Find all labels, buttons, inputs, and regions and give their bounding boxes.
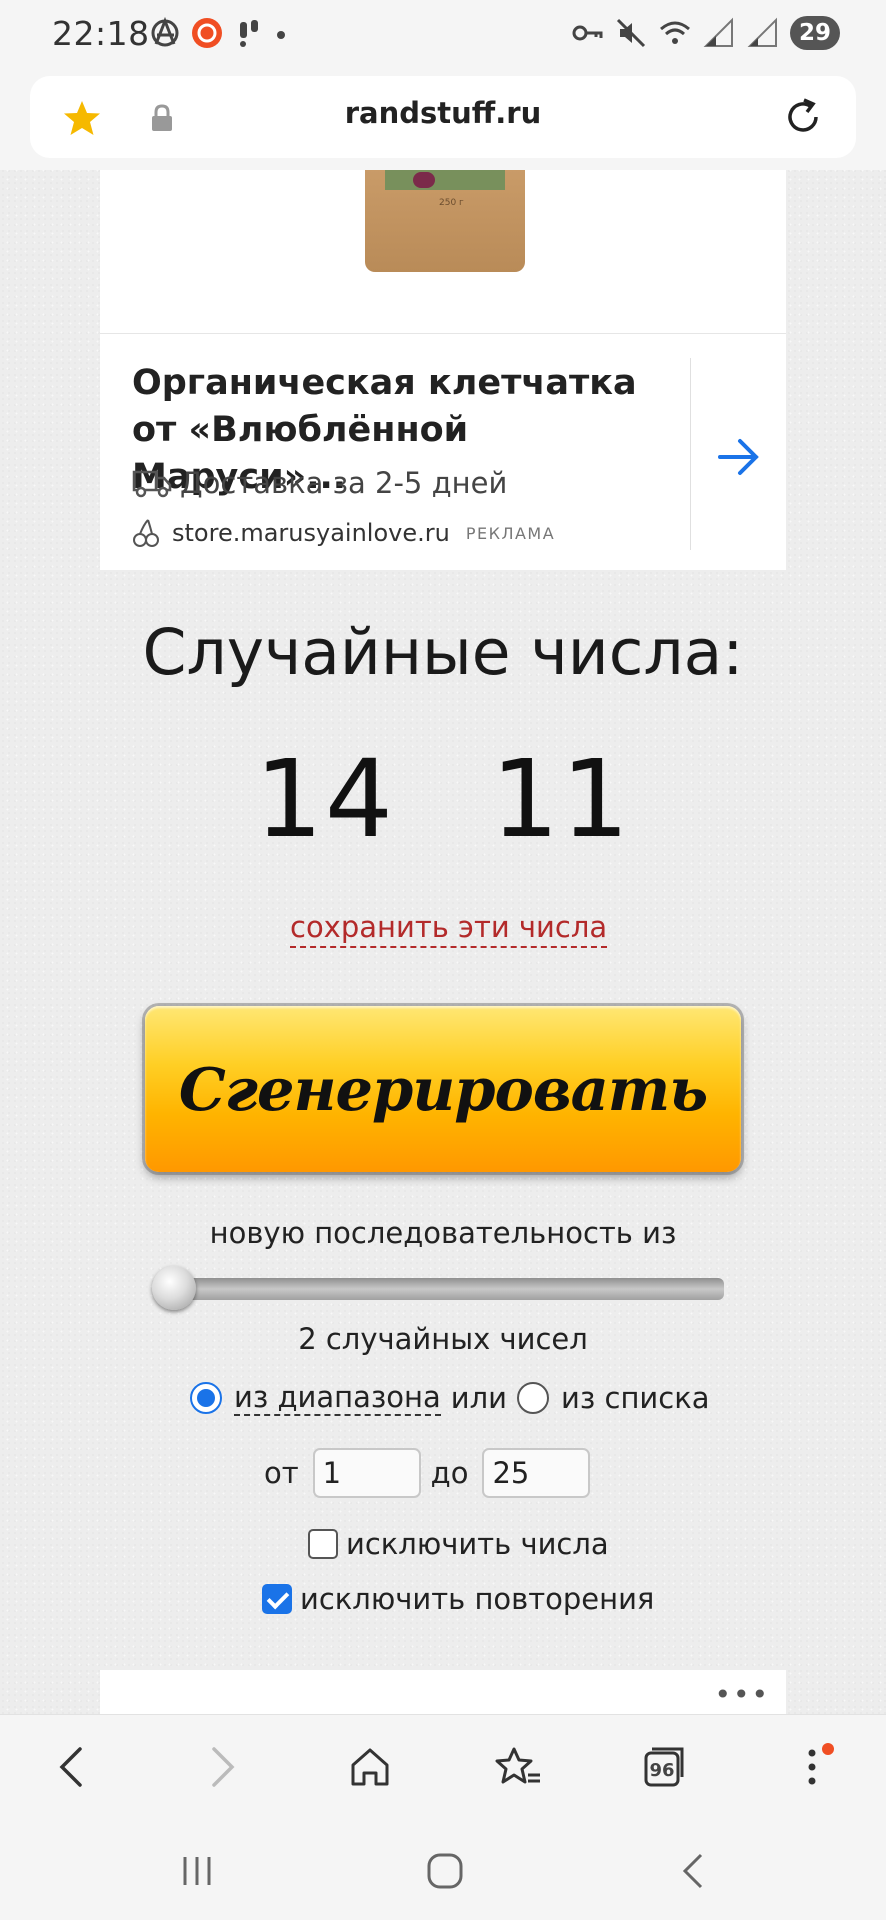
system-home-button[interactable] [420,1846,470,1896]
home-icon [351,1748,389,1786]
ad-delivery-text: Доставка за 2-5 дней [180,466,508,500]
tabs-count: 96 [649,1759,675,1781]
signal-icon [703,17,733,47]
mute-icon [616,18,646,48]
status-time: 22:18 [52,14,150,53]
recent-apps-icon [183,1857,211,1885]
bookmarks-button[interactable] [490,1739,546,1795]
to-input[interactable] [482,1448,591,1498]
forward-button[interactable] [194,1739,250,1795]
browser-toolbar: randstuff.ru [0,74,886,170]
ad-domain[interactable]: store.marusyainlove.ru [172,519,450,547]
package-weight: 250 г [439,198,464,208]
ad-divider [690,358,691,550]
browser-nav-bar: 96 [0,1714,886,1817]
package-berry [413,172,435,188]
package-label [385,170,505,190]
url-text[interactable]: randstuff.ru [30,96,856,130]
ad-card[interactable]: 250 г Органическая клетчатка от «Влюблён… [100,170,786,570]
range-mode-radio[interactable] [190,1382,222,1414]
menu-notification-dot [822,1743,834,1755]
ad-label: РЕКЛАМА [465,523,556,543]
kebab-menu-icon [808,1749,816,1785]
system-back-button[interactable] [668,1846,718,1896]
page-heading: Случайные числа: [142,616,744,689]
count-label: 2 случайных чисел [298,1322,588,1356]
wifi-icon [660,21,690,44]
home-button[interactable] [342,1739,398,1795]
generate-button-label: Сгенерировать [178,1054,708,1124]
notification-icon [240,20,258,47]
exclude-numbers-checkbox[interactable] [308,1529,338,1559]
bottom-ad-card: ••• [100,1670,786,1714]
url-bar[interactable]: randstuff.ru [30,76,856,158]
battery-icon: 29 [790,16,840,50]
back-arrow-icon [59,1747,82,1787]
forward-arrow-icon [212,1747,235,1787]
generate-button[interactable]: Сгенерировать [145,1006,741,1172]
status-icons-left [148,16,288,50]
mode-or-label: или [450,1381,508,1415]
range-inputs: от до [264,1448,600,1498]
count-slider-thumb[interactable] [152,1266,196,1310]
truck-icon [132,470,172,498]
signal-icon [747,17,777,47]
save-numbers-link[interactable]: сохранить эти числа [290,910,608,948]
cherry-icon [133,519,159,547]
system-back-icon [682,1853,703,1889]
sequence-label: новую последовательность из [209,1216,677,1250]
key-icon [572,25,603,41]
from-label: от [264,1456,299,1490]
system-nav-bar [0,1816,886,1920]
status-bar: 22:18 29 [0,0,886,74]
system-home-icon [427,1853,463,1889]
exclude-numbers-label[interactable]: исключить числа [346,1527,609,1561]
list-mode-label[interactable]: из списка [561,1381,709,1415]
exclude-numbers-row[interactable]: исключить числа [308,1527,609,1561]
reload-icon[interactable] [780,94,826,140]
ad-delivery: Доставка за 2-5 дней [132,466,507,500]
recent-apps-button[interactable] [172,1846,222,1896]
to-label: до [430,1456,469,1490]
range-mode-label[interactable]: из диапазона [234,1380,441,1416]
menu-button[interactable] [784,1739,840,1795]
mode-selector: из диапазона или из списка [190,1380,710,1416]
exclude-repeats-checkbox[interactable] [262,1584,292,1614]
dot-icon [277,31,285,39]
back-button[interactable] [44,1739,100,1795]
ad-domain-row: store.marusyainlove.ru РЕКЛАМА [132,518,555,548]
count-slider-track[interactable] [162,1278,724,1300]
random-numbers-display: 14 11 [254,738,632,862]
tabs-button[interactable]: 96 [636,1739,692,1795]
exclude-repeats-row[interactable]: исключить повторения [262,1582,654,1616]
ad-image[interactable]: 250 г [100,170,786,334]
ad-title-line1: Органическая клетчатка [132,363,637,403]
app-badge-icon [192,18,222,48]
list-mode-radio[interactable] [517,1382,550,1414]
status-icons-right: 29 [570,16,840,50]
arrow-right-icon[interactable] [714,432,764,482]
anarchy-icon [151,16,179,47]
from-input[interactable] [312,1448,421,1498]
product-package-image: 250 г [365,170,525,272]
exclude-repeats-label[interactable]: исключить повторения [300,1582,654,1616]
more-options-icon[interactable]: ••• [714,1678,770,1711]
star-list-icon [495,1747,540,1784]
